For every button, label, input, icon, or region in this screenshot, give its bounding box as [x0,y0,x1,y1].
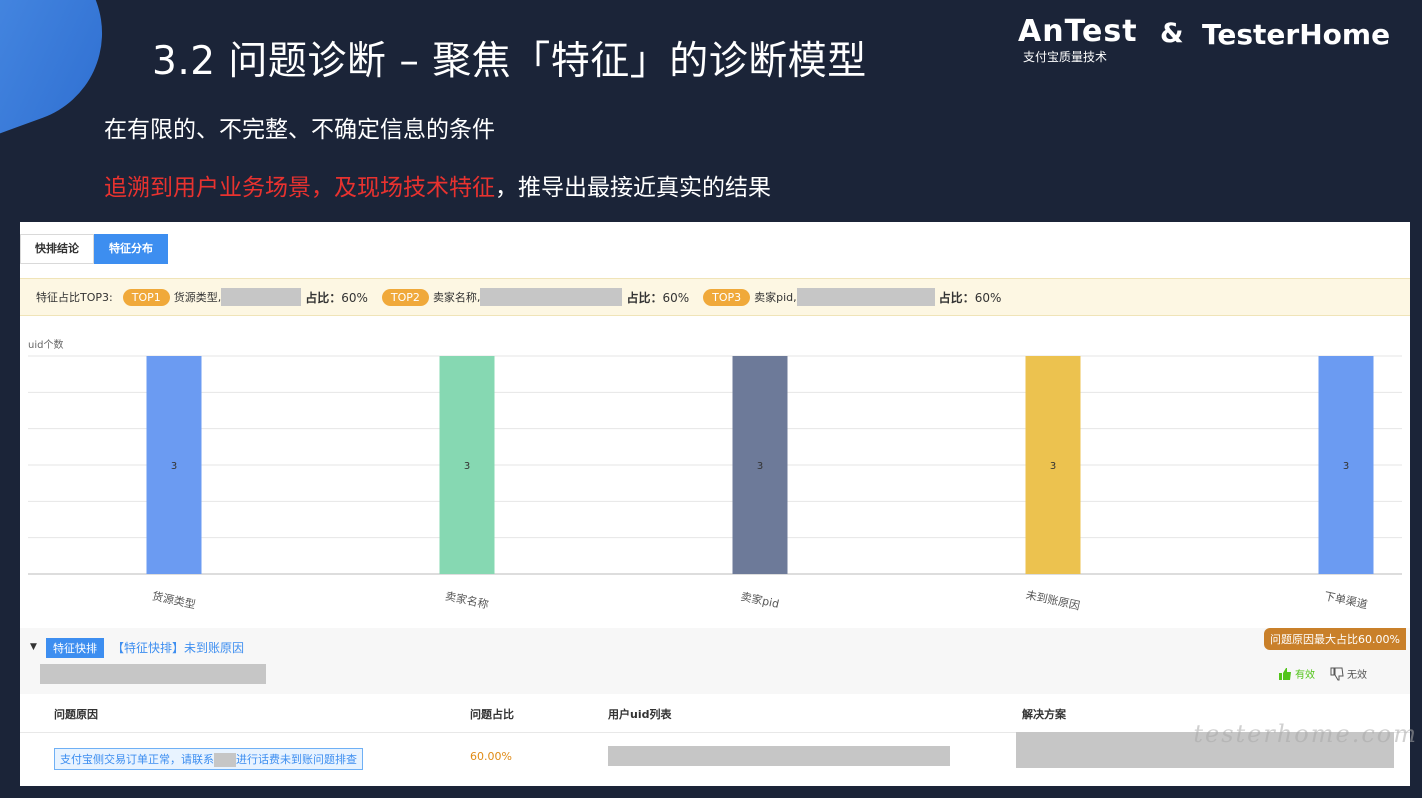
feature-bar-chart: uid个数 3 货源类型 3 卖家名称 3 卖家pid 3 未到账原因 3 下单渠道 [20,330,1410,630]
x-tick-label: 卖家名称 [444,589,490,612]
col-solution: 解决方案 [1022,708,1066,721]
chart-canvas: 3 货源类型 3 卖家名称 3 卖家pid 3 未到账原因 3 下单渠道 [28,355,1402,613]
bar-value-label: 3 [171,461,177,472]
col-uid-list: 用户uid列表 [608,708,672,721]
top3-name: 卖家pid, [754,291,797,304]
top3-ratio: 占比：60% [938,290,1002,305]
antest-subtitle: 支付宝质量技术 [1023,50,1108,64]
top2-name: 卖家名称, [432,291,481,304]
col-reason: 问题原因 [54,708,98,721]
thumbs-up-icon [1279,667,1291,680]
ratio-cell: 60.00% [470,750,512,763]
ampersand: & [1160,18,1184,49]
top1-ratio: 占比：60% [305,290,368,305]
top1-tag: TOP1 [122,288,170,306]
bar-value-label: 3 [1050,461,1056,472]
redacted-value [221,288,302,306]
tab-quick-conclusion[interactable]: 快排结论 [20,234,94,264]
x-tick-label: 卖家pid [739,589,780,611]
antest-logo: AnTest [1018,14,1138,49]
max-ratio-badge: 问题原因最大占比60.00% [1264,628,1406,650]
valid-button[interactable]: 有效 [1278,666,1315,681]
highlight-text: 追溯到用户业务场景，及现场技术特征 [104,175,495,201]
top2-ratio: 占比：60% [626,290,690,305]
bar-value-label: 3 [464,461,470,472]
brand-logos: AnTest 支付宝质量技术 & TesterHome [1018,14,1408,66]
tab-bar: 快排结论 特征分布 [20,234,168,264]
testerhome-logo: TesterHome [1202,18,1391,51]
invalid-button[interactable]: 无效 [1330,666,1367,681]
x-tick-label: 下单渠道 [1323,589,1369,612]
quick-sort-title[interactable]: 【特征快排】未到账原因 [112,639,244,656]
quick-sort-section: ▼ 特征快排 【特征快排】未到账原因 问题原因最大占比60.00% 有效 无效 … [20,628,1410,786]
reason-cell[interactable]: 支付宝侧交易订单正常，请联系 进行话费未到账问题排查 [54,748,363,770]
col-ratio: 问题占比 [470,708,514,721]
redacted-value [796,288,935,306]
redacted-value [480,288,623,306]
subtitle-line-2: 追溯到用户业务场景，及现场技术特征，推导出最接近真实的结果 [104,168,771,202]
redacted-value [40,664,266,684]
redacted-value [214,753,236,767]
thumbs-down-icon [1330,667,1344,680]
bar-value-label: 3 [757,461,763,472]
x-tick-label: 货源类型 [151,589,197,612]
redacted-value [608,746,950,766]
watermark: testerhome.com [1193,720,1418,748]
top1-name: 货源类型, [173,291,222,304]
top3-label: 特征占比TOP3: [36,291,113,304]
quick-sort-tag: 特征快排 [46,638,104,658]
subtitle-line-1: 在有限的、不完整、不确定信息的条件 [104,117,495,143]
top3-bar: 特征占比TOP3: TOP1 货源类型, 占比：60% TOP2 卖家名称, 占… [20,278,1410,316]
top2-tag: TOP2 [381,288,429,306]
quick-sort-header: ▼ 特征快排 【特征快排】未到账原因 问题原因最大占比60.00% 有效 无效 [20,628,1410,694]
collapse-caret-icon[interactable]: ▼ [30,642,37,652]
diagnosis-panel: 快排结论 特征分布 特征占比TOP3: TOP1 货源类型, 占比：60% TO… [20,222,1410,786]
normal-text: ，推导出最接近真实的结果 [495,175,771,201]
tab-feature-distribution[interactable]: 特征分布 [94,234,168,264]
x-tick-label: 未到账原因 [1025,588,1082,612]
bar-value-label: 3 [1343,461,1349,472]
slide-title: 3.2 问题诊断 – 聚焦「特征」的诊断模型 [152,39,867,84]
top3-tag: TOP3 [703,288,751,306]
